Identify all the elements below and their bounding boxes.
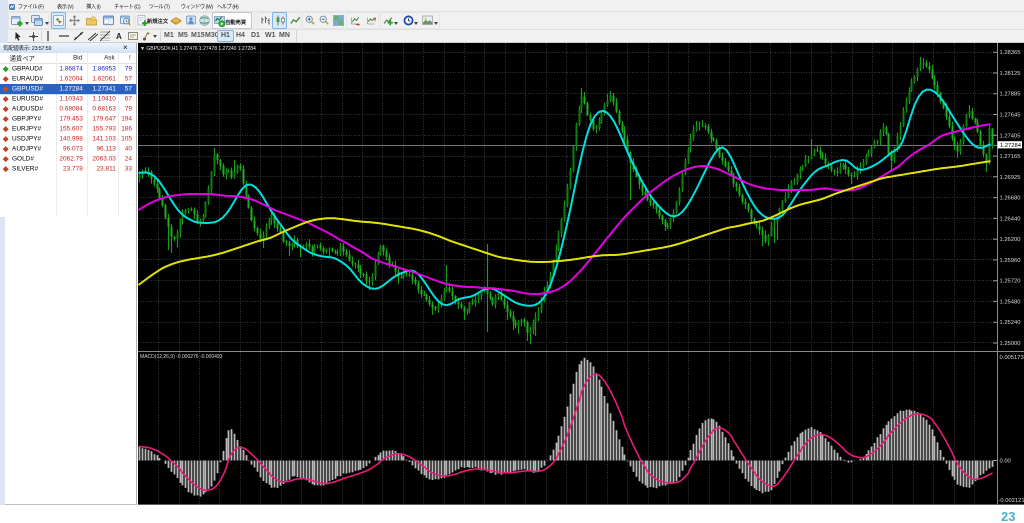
svg-text:1.27284: 1.27284 [1000, 143, 1022, 149]
svg-text:1.27885: 1.27885 [1000, 92, 1021, 98]
svg-text:1.27165: 1.27165 [1000, 154, 1021, 160]
svg-text:1.28125: 1.28125 [1000, 71, 1021, 77]
svg-text:1.27645: 1.27645 [1000, 113, 1021, 119]
svg-text:0.00: 0.00 [1000, 459, 1011, 465]
svg-text:1.25720: 1.25720 [1000, 279, 1021, 285]
svg-text:MACD(12,26,9) -0.000276 -0.000: MACD(12,26,9) -0.000276 -0.000493 [140, 354, 223, 360]
svg-text:1.26200: 1.26200 [1000, 237, 1021, 243]
svg-text:1.28365: 1.28365 [1000, 50, 1021, 56]
svg-text:-0.002121: -0.002121 [999, 498, 1024, 504]
svg-text:1.27405: 1.27405 [1000, 133, 1021, 139]
svg-text:1.25960: 1.25960 [1000, 258, 1021, 264]
svg-text:1.25480: 1.25480 [1000, 299, 1021, 305]
svg-text:1.26680: 1.26680 [1000, 196, 1021, 202]
svg-text:▼ GBPUSD#,H1 1.27476 1.27478: ▼ GBPUSD#,H1 1.27476 1.27478 1.27240 1.2… [140, 46, 256, 52]
svg-text:0.005173: 0.005173 [1000, 355, 1024, 361]
svg-text:1.25240: 1.25240 [1000, 320, 1021, 326]
svg-text:1.26925: 1.26925 [1000, 175, 1021, 181]
svg-text:1.26440: 1.26440 [1000, 216, 1021, 222]
svg-text:1.25000: 1.25000 [1000, 341, 1021, 347]
